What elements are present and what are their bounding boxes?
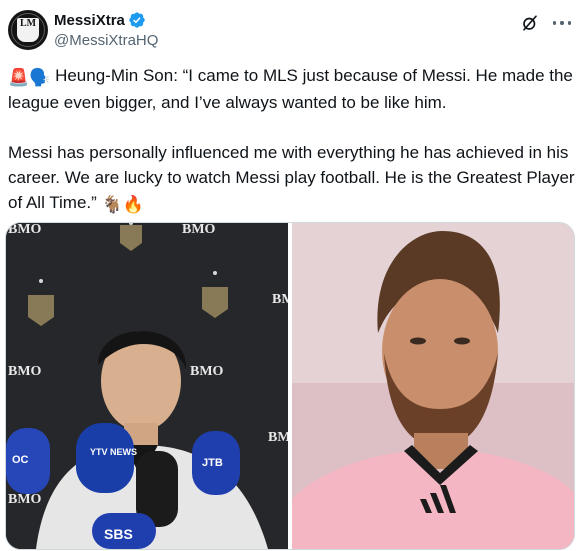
- sponsor-bmo: BMO: [190, 364, 224, 379]
- sponsor-bmo: BMO: [182, 223, 216, 237]
- eye: [410, 337, 426, 345]
- tweet: LM MessiXtra @MessiXtraHQ 🚨🗣️ Heung-Min …: [0, 0, 585, 551]
- verified-badge-icon: [129, 12, 145, 28]
- mic-label: YTV NEWS: [90, 447, 137, 457]
- mic-label: OC: [12, 454, 29, 466]
- more-dot: [567, 21, 571, 25]
- avatar[interactable]: LM: [8, 10, 48, 50]
- photo-messi-portrait[interactable]: [292, 223, 574, 549]
- mic-ytv: [76, 423, 134, 493]
- sponsor-bmo: BMO: [272, 292, 288, 307]
- eye: [454, 337, 470, 345]
- siren-emoji: 🚨: [8, 68, 30, 87]
- display-name[interactable]: MessiXtra: [54, 12, 125, 29]
- avatar-logo: LM: [17, 18, 39, 42]
- grok-icon[interactable]: [521, 14, 539, 32]
- sponsor-bmo: BMO: [8, 223, 42, 237]
- son-photo-illustration: BMO BMO BMO BMO BMO BMO BMO OC: [6, 223, 288, 549]
- avatar-logo-text: LM: [19, 18, 37, 29]
- paragraph-2-text: Messi has personally influenced me with …: [8, 143, 575, 212]
- messi-photo-illustration: [292, 223, 574, 549]
- more-dot: [560, 21, 564, 25]
- tweet-text: 🚨🗣️ Heung-Min Son: “I came to MLS just b…: [8, 63, 578, 217]
- display-name-row: MessiXtra: [54, 10, 158, 30]
- author-names: MessiXtra @MessiXtraHQ: [54, 10, 158, 50]
- sponsor-bmo: BMO: [268, 430, 288, 445]
- goat-emoji: 🐐: [101, 195, 123, 214]
- tweet-paragraph-2: Messi has personally influenced me with …: [8, 140, 578, 217]
- photo-son-press-conference[interactable]: BMO BMO BMO BMO BMO BMO BMO OC: [6, 223, 288, 549]
- tweet-paragraph-1: 🚨🗣️ Heung-Min Son: “I came to MLS just b…: [8, 63, 578, 115]
- speaking-head-emoji: 🗣️: [29, 68, 51, 87]
- more-dot: [553, 21, 557, 25]
- sponsor-bmo: BMO: [8, 492, 42, 507]
- fire-emoji: 🔥: [122, 195, 144, 214]
- media-grid: BMO BMO BMO BMO BMO BMO BMO OC: [5, 222, 575, 550]
- mic-label: SBS: [104, 526, 133, 542]
- sponsor-bmo: BMO: [8, 364, 42, 379]
- mic-label: JTB: [202, 457, 223, 469]
- top-actions: [521, 14, 571, 32]
- more-icon[interactable]: [553, 14, 571, 32]
- handle[interactable]: @MessiXtraHQ: [54, 32, 158, 49]
- paragraph-1-text: Heung-Min Son: “I came to MLS just becau…: [8, 66, 573, 112]
